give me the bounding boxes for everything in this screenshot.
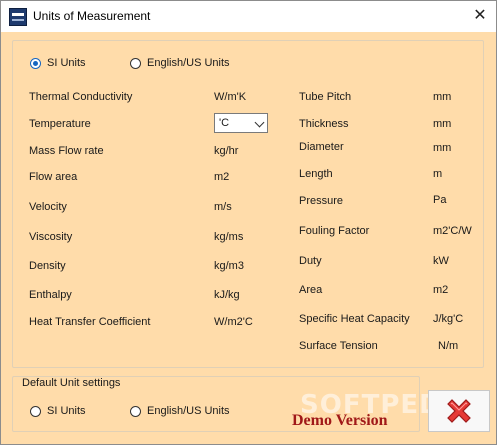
row-label-thermal-conductivity: Thermal Conductivity bbox=[29, 91, 133, 103]
chevron-down-icon bbox=[254, 117, 265, 128]
row-label-thickness: Thickness bbox=[299, 118, 349, 130]
row-label-area: Area bbox=[299, 284, 323, 296]
default-si-units-label: SI Units bbox=[47, 405, 86, 417]
row-label-temperature: Temperature bbox=[29, 118, 91, 130]
unit-velocity: m/s bbox=[214, 201, 232, 213]
default-settings-title: Default Unit settings bbox=[20, 377, 123, 389]
radio-unselected-icon bbox=[130, 405, 141, 417]
radio-unselected-icon bbox=[30, 405, 41, 417]
row-label-fouling-factor: Fouling Factor bbox=[299, 225, 370, 237]
unit-pressure: Pa bbox=[433, 194, 447, 206]
unit-enthalpy: kJ/kg bbox=[214, 289, 240, 301]
row-label-velocity: Velocity bbox=[29, 201, 67, 213]
row-label-density: Density bbox=[29, 260, 66, 272]
row-label-duty: Duty bbox=[299, 255, 322, 267]
row-label-tube-pitch: Tube Pitch bbox=[299, 91, 352, 103]
default-english-units-label: English/US Units bbox=[147, 405, 230, 417]
unit-fouling-factor: m2'C/W bbox=[433, 225, 472, 237]
unit-specific-heat-capacity: J/kg'C bbox=[433, 313, 464, 325]
unit-heat-transfer-coefficient: W/m2'C bbox=[214, 316, 253, 328]
demo-version-label: Demo Version bbox=[292, 412, 388, 429]
row-label-length: Length bbox=[299, 168, 333, 180]
unit-diameter: mm bbox=[433, 142, 452, 154]
temperature-unit-select[interactable]: 'C bbox=[214, 113, 268, 133]
english-units-radio[interactable]: English/US Units bbox=[130, 57, 230, 69]
unit-tube-pitch: mm bbox=[433, 91, 452, 103]
close-button[interactable] bbox=[428, 390, 490, 432]
radio-selected-icon bbox=[30, 57, 41, 69]
unit-area: m2 bbox=[433, 284, 449, 296]
unit-mass-flow-rate: kg/hr bbox=[214, 145, 239, 157]
row-label-pressure: Pressure bbox=[299, 195, 344, 207]
temperature-unit-value: 'C bbox=[219, 117, 230, 129]
window-close-icon[interactable]: ✕ bbox=[465, 5, 495, 27]
unit-thickness: mm bbox=[433, 118, 452, 130]
default-english-units-radio[interactable]: English/US Units bbox=[130, 405, 230, 417]
title-bar: Units of Measurement ✕ bbox=[1, 1, 496, 32]
row-label-viscosity: Viscosity bbox=[29, 231, 73, 243]
window-title: Units of Measurement bbox=[33, 9, 151, 23]
row-label-specific-heat-capacity: Specific Heat Capacity bbox=[299, 313, 410, 325]
unit-thermal-conductivity: W/m'K bbox=[214, 91, 247, 103]
unit-flow-area: m2 bbox=[214, 171, 230, 183]
unit-duty: kW bbox=[433, 255, 449, 267]
unit-surface-tension: N/m bbox=[438, 340, 459, 352]
unit-density: kg/m3 bbox=[214, 260, 244, 272]
red-x-icon bbox=[447, 399, 471, 423]
row-label-surface-tension: Surface Tension bbox=[299, 340, 378, 352]
si-units-label: SI Units bbox=[47, 57, 86, 69]
unit-viscosity: kg/ms bbox=[214, 231, 244, 243]
row-label-diameter: Diameter bbox=[299, 141, 344, 153]
row-label-flow-area: Flow area bbox=[29, 171, 78, 183]
row-label-mass-flow-rate: Mass Flow rate bbox=[29, 145, 104, 157]
english-units-label: English/US Units bbox=[147, 57, 230, 69]
unit-length: m bbox=[433, 168, 443, 180]
si-units-radio[interactable]: SI Units bbox=[30, 57, 86, 69]
row-label-heat-transfer-coefficient: Heat Transfer Coefficient bbox=[29, 316, 151, 328]
row-label-enthalpy: Enthalpy bbox=[29, 289, 72, 301]
default-si-units-radio[interactable]: SI Units bbox=[30, 405, 86, 417]
app-logo-icon bbox=[9, 8, 27, 26]
radio-unselected-icon bbox=[130, 57, 141, 69]
